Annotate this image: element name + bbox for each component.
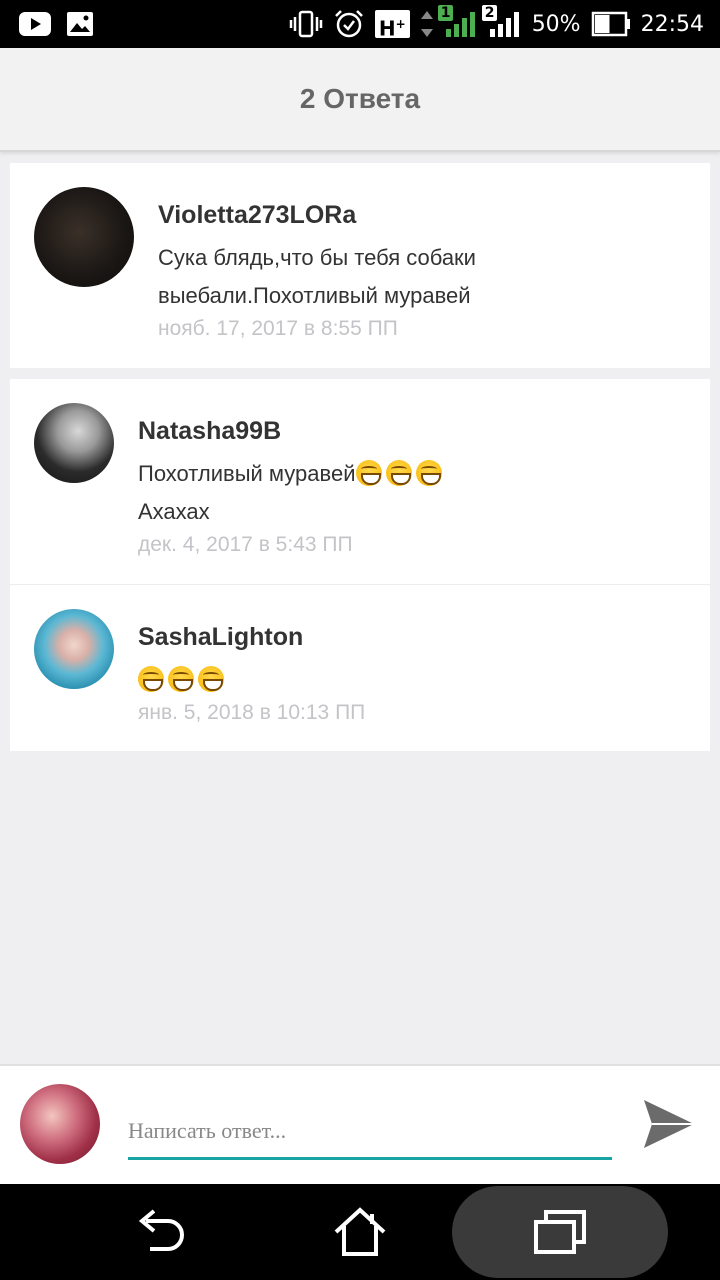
- grinning-squinting-emoji: [198, 666, 224, 692]
- header: 2 Ответа: [0, 48, 720, 152]
- current-user-avatar: [20, 1084, 100, 1164]
- comment-date: нояб. 17, 2017 в 8:55 ПП: [158, 317, 398, 340]
- parent-comment-card: Violetta273LORa Сука блядь,что бы тебя с…: [10, 163, 710, 368]
- comment-date: янв. 5, 2018 в 10:13 ПП: [138, 701, 366, 724]
- signal-icon-sim2: 2: [481, 5, 522, 39]
- data-activity-icon: [420, 9, 434, 39]
- battery-icon: [591, 10, 631, 38]
- back-button[interactable]: [110, 1184, 210, 1280]
- back-icon: [138, 1209, 184, 1251]
- avatar[interactable]: [34, 403, 114, 483]
- comment-text: выебали.Похотливый муравей: [158, 283, 471, 308]
- divider: [10, 584, 710, 585]
- alarm-icon: [333, 9, 365, 39]
- recents-button[interactable]: [510, 1184, 610, 1280]
- image-icon: [66, 11, 94, 37]
- reply-input[interactable]: [128, 1098, 612, 1160]
- avatar[interactable]: [34, 187, 134, 287]
- battery-percent: 50%: [531, 11, 581, 37]
- avatar[interactable]: [34, 609, 114, 689]
- send-button[interactable]: [640, 1096, 698, 1152]
- recents-icon: [534, 1210, 586, 1254]
- page-title: 2 Ответа: [299, 83, 421, 114]
- comment-date: дек. 4, 2017 в 5:43 ПП: [138, 533, 353, 556]
- replies-card: Natasha99B Похотливый муравей Ахахах дек…: [10, 379, 710, 751]
- comment-text: Похотливый муравей: [138, 455, 446, 493]
- grinning-squinting-emoji: [355, 460, 382, 486]
- grinning-squinting-emoji: [415, 460, 442, 486]
- username[interactable]: Natasha99B: [138, 417, 281, 446]
- youtube-icon: [18, 11, 52, 37]
- grinning-squinting-emoji: [168, 666, 194, 692]
- signal-icon-sim1: 1: [437, 5, 478, 39]
- vibrate-icon: [289, 10, 323, 38]
- network-type-badge: H+: [374, 10, 410, 41]
- grinning-squinting-emoji: [138, 666, 164, 692]
- comment-text: [138, 661, 228, 699]
- clock: 22:54: [640, 11, 704, 37]
- send-icon: [644, 1100, 694, 1148]
- comment-text: Ахахах: [138, 499, 210, 524]
- home-icon: [334, 1207, 386, 1256]
- grinning-squinting-emoji: [385, 460, 412, 486]
- home-button[interactable]: [310, 1184, 410, 1280]
- status-bar: H+ 1 2 50% 22:54: [0, 0, 720, 48]
- username[interactable]: SashaLighton: [138, 623, 303, 652]
- username[interactable]: Violetta273LORa: [158, 201, 356, 230]
- comment-text: Сука блядь,что бы тебя собаки: [158, 245, 476, 270]
